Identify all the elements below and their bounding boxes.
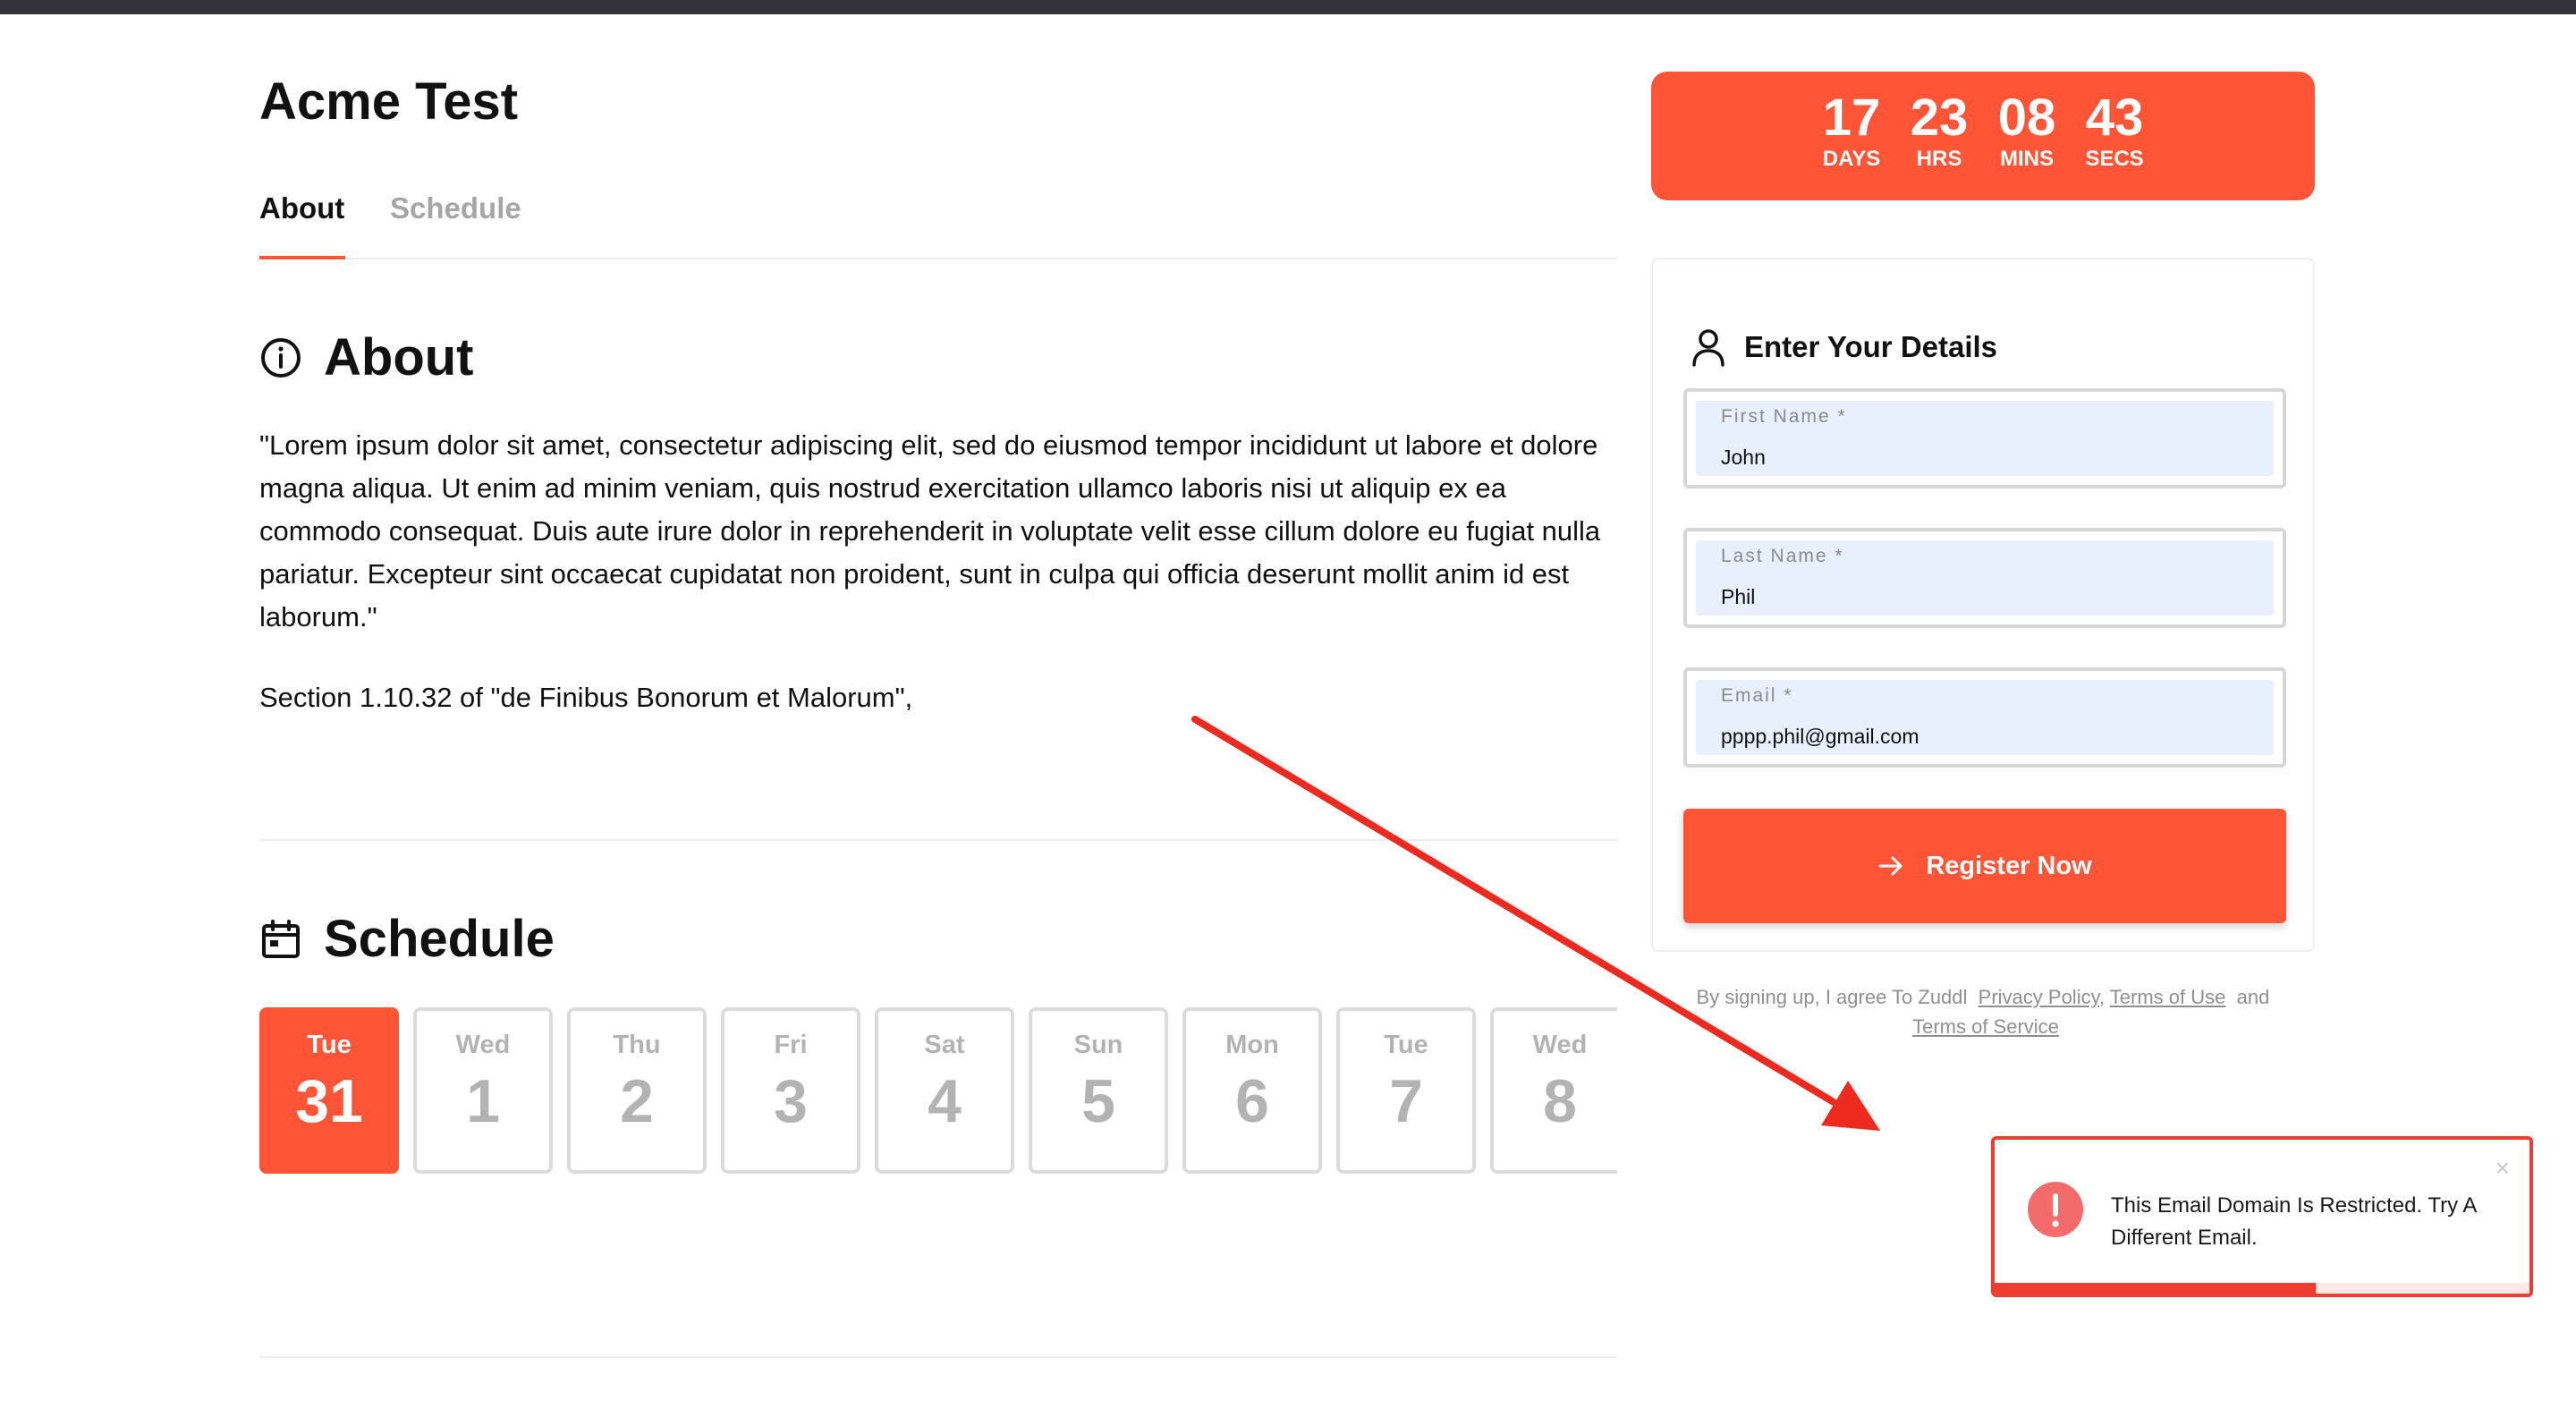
countdown-minutes-value: 08 [1997, 89, 2056, 147]
day-number: 3 [774, 1067, 808, 1135]
user-icon [1692, 329, 1724, 367]
day-number: 4 [928, 1067, 962, 1135]
first-name-field: First Name * [1683, 388, 2286, 488]
schedule-section-header: Schedule [259, 909, 555, 969]
form-header: Enter Your Details [1690, 327, 1997, 367]
day-number: 31 [295, 1067, 363, 1135]
terms-prefix: By signing up, I agree To Zuddl [1696, 986, 1968, 1008]
form-title: Enter Your Details [1744, 330, 1998, 363]
info-icon [261, 337, 301, 378]
day-number: 1 [466, 1067, 500, 1135]
day-name: Sun [1073, 1031, 1123, 1059]
day-card[interactable]: Sat 4 [875, 1007, 1014, 1174]
countdown-days-value: 17 [1822, 89, 1881, 147]
email-field-box: Email * [1696, 680, 2274, 755]
privacy-policy-link[interactable]: Privacy Policy [1979, 986, 2099, 1008]
close-icon[interactable]: × [2496, 1156, 2510, 1181]
day-card[interactable]: Sun 5 [1029, 1007, 1168, 1174]
email-label: Email * [1721, 685, 1793, 706]
error-icon [2028, 1182, 2083, 1237]
countdown-timer: 17 DAYS 23 HRS 08 MINS 43 SECS [1651, 72, 2315, 200]
schedule-day-picker: Tue 31 Wed 1 Thu 2 Fri 3 Sat 4 Sun 5 Mon 6 Tue 7… [259, 1007, 1617, 1174]
terms-of-service-link[interactable]: Terms of Service [1912, 1015, 2059, 1038]
day-name: Wed [455, 1031, 511, 1059]
arrow-right-icon [1878, 856, 1902, 876]
about-section-header: About [259, 327, 474, 387]
event-title: Acme Test [259, 72, 519, 131]
countdown-minutes-label: MINS [2000, 147, 2054, 171]
day-number: 7 [1389, 1067, 1423, 1135]
active-tab-indicator [259, 256, 345, 259]
day-number: 8 [1543, 1067, 1577, 1135]
day-card[interactable]: Wed 8 [1490, 1007, 1617, 1174]
last-name-input[interactable] [1721, 585, 2258, 609]
last-name-field-box: Last Name * [1696, 540, 2274, 615]
day-number: 5 [1081, 1067, 1115, 1135]
countdown-seconds-label: SECS [2085, 147, 2144, 171]
last-name-label: Last Name * [1721, 546, 1844, 566]
section-divider [259, 1356, 1617, 1358]
day-card[interactable]: Tue 31 [259, 1007, 399, 1174]
countdown-seconds: 43 SECS [2071, 91, 2158, 200]
first-name-field-box: First Name * [1696, 401, 2274, 476]
section-divider [259, 839, 1617, 841]
day-card[interactable]: Fri 3 [721, 1007, 860, 1174]
day-number: 6 [1235, 1067, 1269, 1135]
about-reference: Section 1.10.32 of "de Finibus Bonorum e… [259, 682, 913, 713]
register-button-label: Register Now [1926, 851, 2092, 880]
tab-bar: About Schedule [259, 188, 1617, 259]
schedule-heading: Schedule [324, 910, 555, 968]
last-name-field: Last Name * [1683, 528, 2286, 628]
day-name: Wed [1532, 1031, 1588, 1059]
day-card[interactable]: Wed 1 [413, 1007, 553, 1174]
toast-progress-fill [1995, 1283, 2316, 1294]
about-description: "Lorem ipsum dolor sit amet, consectetur… [259, 429, 1601, 632]
terms-of-use-link[interactable]: Terms of Use [2110, 986, 2226, 1008]
register-button[interactable]: Register Now [1683, 809, 2286, 923]
first-name-input[interactable] [1721, 446, 2258, 470]
tab-about[interactable]: About [259, 191, 344, 225]
terms-and: and [2236, 986, 2270, 1008]
day-name: Fri [774, 1031, 808, 1059]
first-name-label: First Name * [1721, 406, 1847, 427]
countdown-seconds-value: 43 [2085, 89, 2144, 147]
toast-progress-bar [1995, 1283, 2529, 1294]
countdown-days-label: DAYS [1822, 147, 1881, 171]
countdown-minutes: 08 MINS [1983, 91, 2071, 200]
day-name: Tue [307, 1031, 352, 1059]
day-card[interactable]: Tue 7 [1336, 1007, 1476, 1174]
tab-schedule[interactable]: Schedule [390, 191, 521, 225]
countdown-hours-value: 23 [1910, 89, 1969, 147]
countdown-hours: 23 HRS [1895, 91, 1983, 200]
countdown-hours-label: HRS [1916, 147, 1962, 171]
day-name: Mon [1225, 1031, 1279, 1059]
terms-comma: , [2098, 986, 2106, 1008]
day-number: 2 [620, 1067, 654, 1135]
registration-form: Enter Your Details First Name * Last Nam… [1651, 258, 2315, 952]
day-name: Tue [1384, 1031, 1428, 1059]
day-card[interactable]: Mon 6 [1182, 1007, 1322, 1174]
countdown-days: 17 DAYS [1808, 91, 1895, 200]
error-toast: This Email Domain Is Restricted. Try A D… [1991, 1136, 2533, 1297]
about-heading: About [324, 328, 474, 386]
terms-notice: By signing up, I agree To Zuddl Privacy … [1682, 982, 2290, 1041]
toast-message: This Email Domain Is Restricted. Try A D… [2111, 1193, 2477, 1250]
day-name: Sat [924, 1031, 965, 1059]
browser-top-bar [0, 0, 2576, 14]
calendar-icon [262, 919, 300, 958]
email-input[interactable] [1721, 725, 2258, 749]
day-card[interactable]: Thu 2 [567, 1007, 707, 1174]
email-field: Email * [1683, 667, 2286, 768]
day-name: Thu [613, 1031, 661, 1059]
